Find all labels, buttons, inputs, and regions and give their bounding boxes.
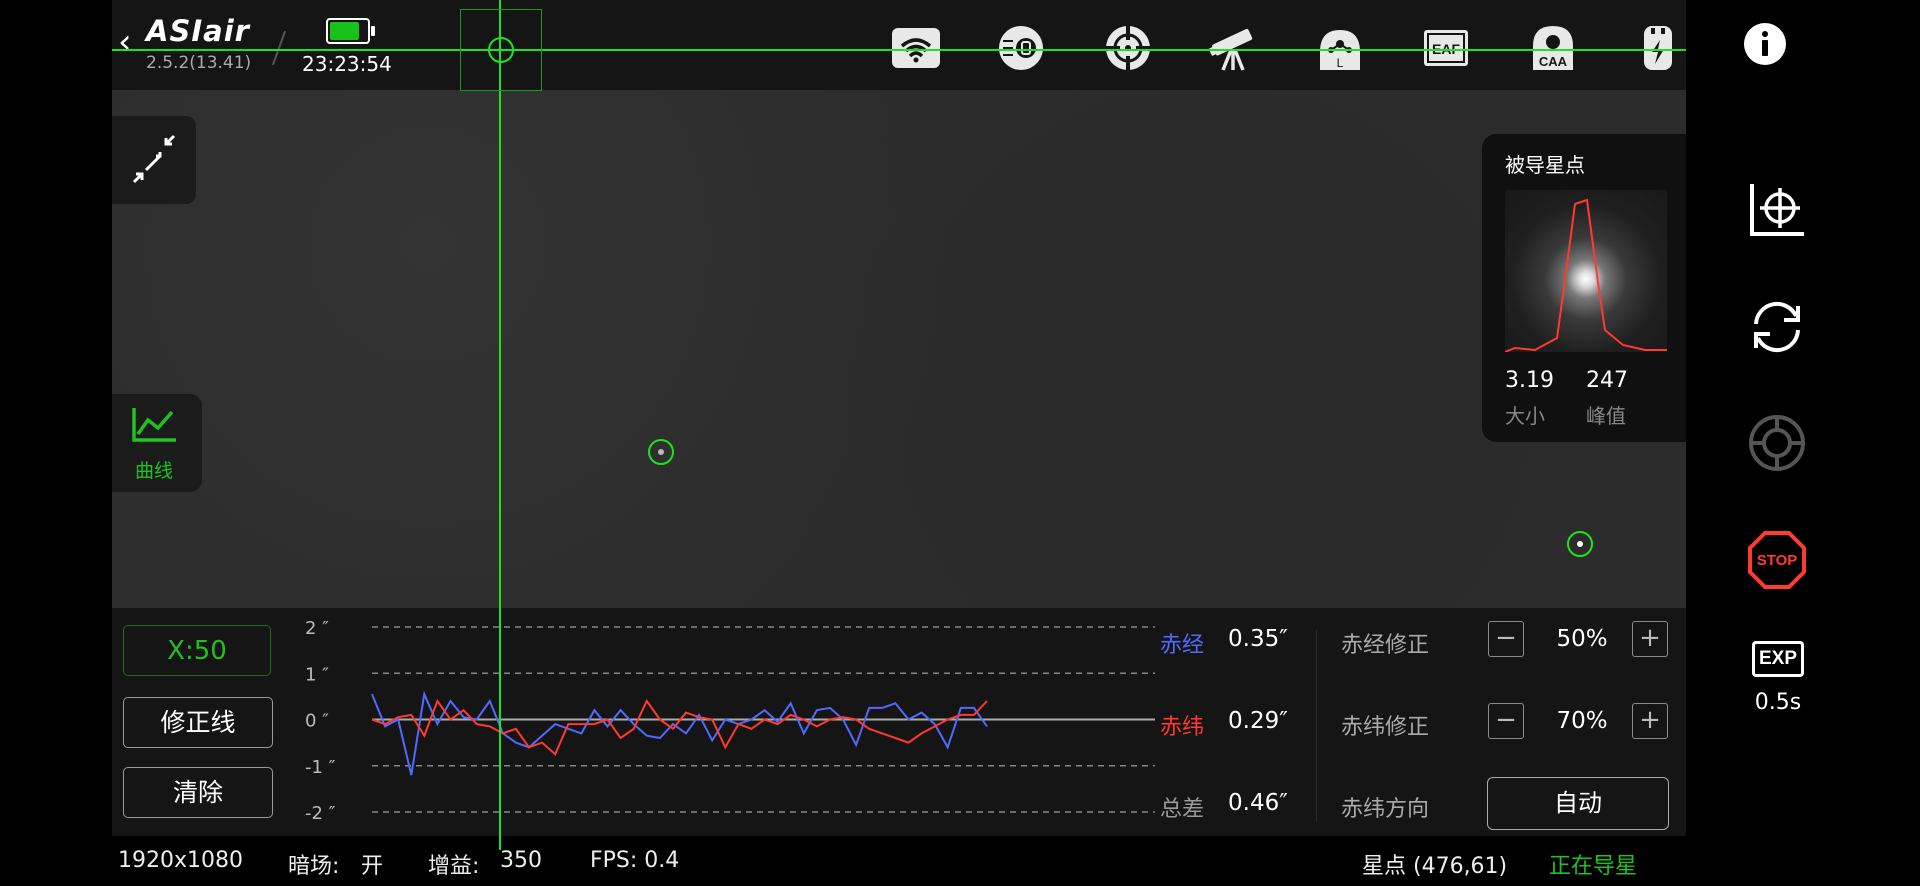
graph-series-ra xyxy=(371,690,988,776)
star-size-value: 3.19 xyxy=(1505,368,1554,393)
status-dark-label: 暗场: xyxy=(288,854,340,879)
star-profile-curve xyxy=(1504,198,1667,353)
guide-target-icon[interactable] xyxy=(1102,22,1154,74)
filter-wheel-icon[interactable] xyxy=(995,22,1047,74)
ra-correction-value: 50% xyxy=(1556,626,1608,652)
dec-value: 0.29″ xyxy=(1228,708,1288,734)
status-gain-label: 增益: xyxy=(428,854,480,879)
curve-label: 曲线 xyxy=(134,460,173,482)
star-dot xyxy=(658,449,664,455)
guide-star-thumbnail xyxy=(1504,190,1667,353)
guide-graph: 2 ″ 1 ″ 0 ″ -1 ″ -2 ″ xyxy=(305,618,1155,824)
ra-label: 赤经 xyxy=(1160,633,1205,658)
info-icon[interactable] xyxy=(1743,22,1787,66)
clear-button[interactable]: 清除 xyxy=(123,767,273,818)
collapse-icon xyxy=(132,134,176,184)
line-chart-icon xyxy=(132,408,176,442)
status-star-position: 星点 (476,61) xyxy=(1362,854,1508,879)
total-label: 总差 xyxy=(1160,797,1205,822)
ra-correction-label: 赤经修正 xyxy=(1341,633,1430,658)
graph-y-tick-label: 2 ″ xyxy=(305,618,329,639)
collapse-button[interactable] xyxy=(112,116,196,204)
dec-correction-minus[interactable]: − xyxy=(1488,703,1524,739)
status-resolution: 1920x1080 xyxy=(118,848,243,873)
dec-direction-label: 赤纬方向 xyxy=(1341,797,1430,822)
dec-correction-label: 赤纬修正 xyxy=(1341,715,1430,740)
star-marker[interactable] xyxy=(648,439,674,465)
exposure-button[interactable]: EXP xyxy=(1752,641,1804,677)
dec-correction-plus[interactable]: + xyxy=(1632,703,1668,739)
telescope-icon[interactable] xyxy=(1207,22,1259,74)
status-guiding-state: 正在导星 xyxy=(1549,854,1638,879)
clock: 23:23:54 xyxy=(302,52,392,76)
crosshair-center-circle xyxy=(488,37,514,63)
correction-line-button[interactable]: 修正线 xyxy=(123,697,273,748)
ra-correction-minus[interactable]: − xyxy=(1488,621,1524,657)
status-gain-value: 350 xyxy=(500,848,542,873)
dec-label: 赤纬 xyxy=(1160,715,1205,740)
star-size-label: 大小 xyxy=(1505,404,1545,428)
guide-star-title: 被导星点 xyxy=(1505,153,1585,177)
battery-fill xyxy=(330,22,359,40)
ra-correction-plus[interactable]: + xyxy=(1632,621,1668,657)
caa-icon-label: CAA xyxy=(1539,54,1568,69)
app-logo: ASIair xyxy=(146,14,250,48)
status-fps: FPS: 0.4 xyxy=(590,848,680,873)
eaf-icon[interactable]: EAF xyxy=(1420,22,1472,74)
lock-icon-label: L xyxy=(1337,56,1344,70)
status-dark-value: 开 xyxy=(361,854,384,879)
back-button[interactable]: ‹ xyxy=(118,22,144,62)
graph-y-tick-label: -1 ″ xyxy=(305,757,336,778)
battery-icon xyxy=(326,18,375,44)
crosshair-horizontal xyxy=(112,49,1686,51)
calibrate-target-icon[interactable] xyxy=(1748,180,1806,238)
star-peak-value: 247 xyxy=(1586,368,1628,393)
star-peak-label: 峰值 xyxy=(1586,404,1626,428)
app-version: 2.5.2(13.41) xyxy=(146,53,252,73)
dec-direction-select[interactable]: 自动 xyxy=(1487,777,1669,830)
guide-star-marker[interactable] xyxy=(1567,531,1593,557)
stop-button[interactable]: STOP xyxy=(1747,530,1807,590)
guide-star-dot xyxy=(1577,541,1583,547)
dec-correction-value: 70% xyxy=(1556,708,1608,734)
wifi-icon[interactable] xyxy=(890,22,942,74)
exposure-value: 0.5s xyxy=(1754,690,1802,715)
focus-lock-icon[interactable]: L xyxy=(1314,22,1366,74)
graph-y-tick-label: -2 ″ xyxy=(305,803,336,824)
graph-y-tick-label: 1 ″ xyxy=(305,664,329,685)
total-value: 0.46″ xyxy=(1228,790,1288,816)
camera-preview[interactable] xyxy=(112,90,1686,608)
guide-start-icon xyxy=(1748,414,1806,472)
graph-y-tick-label: 0 ″ xyxy=(305,711,329,732)
crosshair-vertical xyxy=(499,0,501,850)
panel-divider xyxy=(1316,630,1317,822)
refresh-icon[interactable] xyxy=(1748,298,1806,356)
stop-label: STOP xyxy=(1757,552,1798,569)
x-scale-button[interactable]: X:50 xyxy=(123,625,271,676)
usb-charge-icon[interactable] xyxy=(1632,22,1684,74)
caa-icon[interactable]: CAA xyxy=(1527,22,1579,74)
ra-value: 0.35″ xyxy=(1228,626,1288,652)
